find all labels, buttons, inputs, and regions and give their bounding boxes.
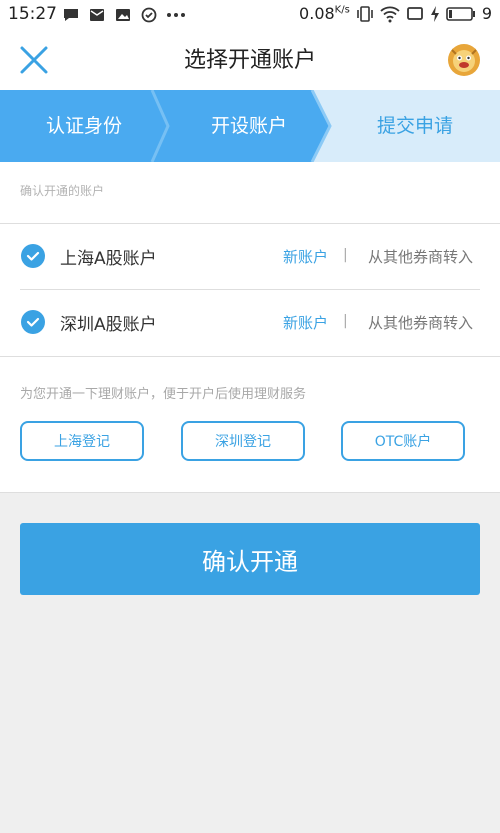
checkbox-shanghai[interactable] [21, 244, 45, 268]
step-verify-identity: 认证身份 [45, 115, 122, 137]
transfer-from-broker-link[interactable]: 从其他券商转入 [368, 312, 473, 333]
network-speed: 0.08K/s [299, 4, 350, 23]
account-name: 深圳A股账户 [60, 315, 157, 335]
wifi-icon [380, 6, 400, 22]
page-title: 选择开通账户 [183, 48, 316, 73]
battery-icon [446, 6, 475, 21]
new-account-link[interactable]: 新账户 [283, 246, 328, 267]
finance-hint: 为您开通一下理财账户，便于开户后使用理财服务 [20, 387, 307, 402]
status-right: 0.08K/s 9 [299, 4, 492, 23]
status-bar: 15:27 0.08K/s 9 [0, 0, 500, 30]
checkmark-icon [26, 317, 40, 327]
new-account-link[interactable]: 新账户 [283, 312, 328, 333]
lion-mascot-icon[interactable] [446, 42, 482, 78]
confirm-open-button[interactable]: 确认开通 [20, 523, 480, 595]
separator: | [343, 313, 348, 329]
separator: | [343, 247, 348, 263]
screen-icon [406, 6, 423, 20]
battery-level: 9 [481, 4, 492, 23]
chat-icon [64, 9, 78, 21]
checkmark-icon [26, 251, 40, 261]
mail-icon [90, 9, 104, 21]
otc-account-button[interactable]: OTC账户 [341, 421, 465, 461]
image-icon [116, 9, 130, 21]
more-dots-icon [167, 13, 185, 17]
account-row-shenzhen: 深圳A股账户 新账户 | 从其他券商转入 [0, 289, 500, 355]
nav-bar: 选择开通账户 [0, 30, 500, 90]
charging-icon [430, 5, 439, 22]
shenzhen-register-button[interactable]: 深圳登记 [181, 421, 305, 461]
account-name: 上海A股账户 [60, 249, 157, 269]
notification-icons [62, 7, 186, 23]
progress-stepper: 认证身份 开设账户 提交申请 [0, 90, 500, 162]
step-open-account: 开设账户 [210, 115, 287, 137]
transfer-from-broker-link[interactable]: 从其他券商转入 [368, 246, 473, 267]
accounts-card: 确认开通的账户 上海A股账户 新账户 | 从其他券商转入 深圳A股账户 新账户 … [0, 162, 500, 356]
finance-card: 为您开通一下理财账户，便于开户后使用理财服务 上海登记 深圳登记 OTC账户 [0, 357, 500, 492]
status-time: 15:27 [8, 4, 57, 24]
shanghai-register-button[interactable]: 上海登记 [20, 421, 144, 461]
step-submit-application: 提交申请 [376, 115, 453, 137]
checkbox-shenzhen[interactable] [21, 310, 45, 334]
check-circle-icon [141, 7, 157, 23]
accounts-hint: 确认开通的账户 [20, 184, 105, 198]
account-row-shanghai: 上海A股账户 新账户 | 从其他券商转入 [0, 223, 500, 289]
divider [0, 492, 500, 493]
vibrate-icon [357, 5, 373, 22]
